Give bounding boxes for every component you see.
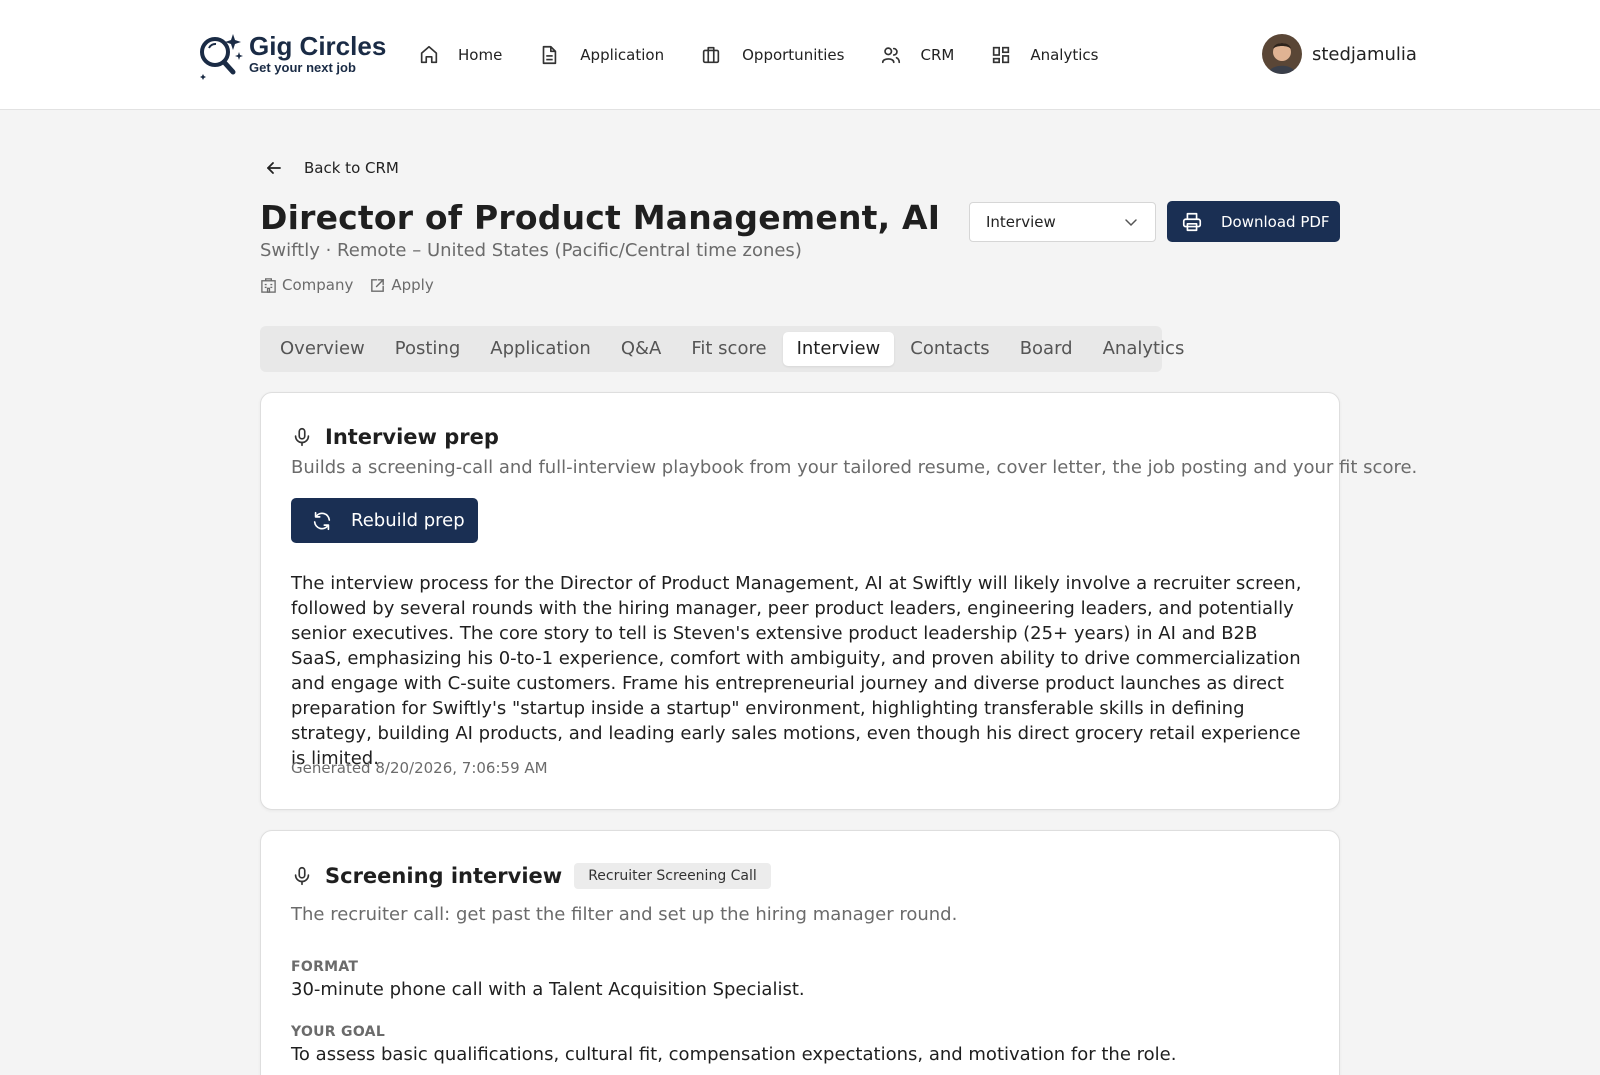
job-links: Company Apply xyxy=(260,276,450,294)
tab-qa[interactable]: Q&A xyxy=(607,332,676,366)
dashboard-icon xyxy=(993,46,1010,64)
arrow-left-icon xyxy=(267,162,281,174)
screening-interview-card: Screening interview Recruiter Screening … xyxy=(260,830,1340,1075)
top-navigation-bar: Gig Circles Get your next job Home Appli… xyxy=(0,0,1600,110)
external-link-icon xyxy=(371,278,385,292)
brand-tagline: Get your next job xyxy=(249,60,356,75)
nav-analytics-label: Analytics xyxy=(1030,46,1099,64)
company-link[interactable]: Company xyxy=(260,276,353,294)
tab-application[interactable]: Application xyxy=(476,332,605,366)
microphone-icon xyxy=(294,427,310,447)
goal-value: To assess basic qualifications, cultural… xyxy=(291,1044,1177,1065)
status-dropdown-value: Interview xyxy=(986,213,1056,231)
users-icon xyxy=(882,47,901,64)
tab-board[interactable]: Board xyxy=(1006,332,1087,366)
generated-timestamp: Generated 8/20/2026, 7:06:59 AM xyxy=(291,759,548,777)
rebuild-prep-button[interactable]: Rebuild prep xyxy=(291,498,478,543)
user-photo-icon xyxy=(1262,34,1302,74)
interview-prep-description: Builds a screening-call and full-intervi… xyxy=(291,457,1418,478)
interview-prep-header: Interview prep xyxy=(291,425,499,449)
home-icon xyxy=(420,45,438,64)
avatar xyxy=(1262,34,1302,74)
brand-name: Gig Circles xyxy=(249,31,387,61)
tab-contacts[interactable]: Contacts xyxy=(896,332,1003,366)
screening-type-badge: Recruiter Screening Call xyxy=(574,863,771,889)
download-pdf-label: Download PDF xyxy=(1221,212,1330,231)
interview-prep-title: Interview prep xyxy=(325,425,499,449)
microphone-icon xyxy=(294,866,310,886)
apply-link-label: Apply xyxy=(391,276,434,294)
status-dropdown[interactable]: Interview xyxy=(969,202,1156,242)
company-link-label: Company xyxy=(282,276,354,294)
tab-analytics[interactable]: Analytics xyxy=(1089,332,1199,366)
nav-application-label: Application xyxy=(580,46,665,64)
detail-tabs: Overview Posting Application Q&A Fit sco… xyxy=(260,326,1184,372)
screening-interview-header: Screening interview Recruiter Screening … xyxy=(291,863,771,889)
user-menu[interactable]: stedjamulia xyxy=(1262,34,1417,74)
building-icon xyxy=(261,277,276,293)
format-label: FORMAT xyxy=(291,959,359,975)
apply-link[interactable]: Apply xyxy=(369,276,434,294)
nav-home-label: Home xyxy=(458,46,503,64)
document-icon xyxy=(542,45,557,65)
briefcase-icon xyxy=(702,46,720,64)
main-nav: Home Application Opportunities CRM Analy… xyxy=(418,40,1134,70)
brand-logo[interactable]: Gig Circles Get your next job xyxy=(195,30,386,82)
nav-crm[interactable]: CRM xyxy=(880,40,954,70)
tab-posting[interactable]: Posting xyxy=(381,332,475,366)
tab-interview[interactable]: Interview xyxy=(782,332,895,366)
screening-description: The recruiter call: get past the filter … xyxy=(291,904,958,925)
nav-opportunities[interactable]: Opportunities xyxy=(700,40,844,70)
interview-summary: The interview process for the Director o… xyxy=(291,573,1302,769)
back-to-crm-link[interactable]: Back to CRM xyxy=(264,158,399,178)
chevron-down-icon xyxy=(1125,219,1137,227)
rebuild-prep-label: Rebuild prep xyxy=(351,510,465,531)
job-subtitle: Swiftly · Remote – United States (Pacifi… xyxy=(260,240,802,261)
back-label: Back to CRM xyxy=(304,159,399,177)
download-pdf-button[interactable]: Download PDF xyxy=(1167,201,1340,242)
printer-icon xyxy=(1182,212,1202,231)
tab-fit-score[interactable]: Fit score xyxy=(677,332,780,366)
screening-interview-title: Screening interview xyxy=(325,864,563,888)
interview-prep-card: Interview prep Builds a screening-call a… xyxy=(260,392,1417,810)
goal-label: YOUR GOAL xyxy=(291,1024,386,1040)
nav-home[interactable]: Home xyxy=(418,40,502,70)
tab-overview[interactable]: Overview xyxy=(266,332,379,366)
magnifier-sparkle-icon xyxy=(200,34,243,80)
refresh-icon xyxy=(313,511,331,530)
nav-application[interactable]: Application xyxy=(538,40,664,70)
nav-opportunities-label: Opportunities xyxy=(742,46,845,64)
username: stedjamulia xyxy=(1312,43,1417,65)
nav-analytics[interactable]: Analytics xyxy=(990,40,1098,70)
page-title: Director of Product Management, AI xyxy=(260,198,941,237)
nav-crm-label: CRM xyxy=(920,46,955,64)
format-value: 30-minute phone call with a Talent Acqui… xyxy=(291,979,805,1000)
